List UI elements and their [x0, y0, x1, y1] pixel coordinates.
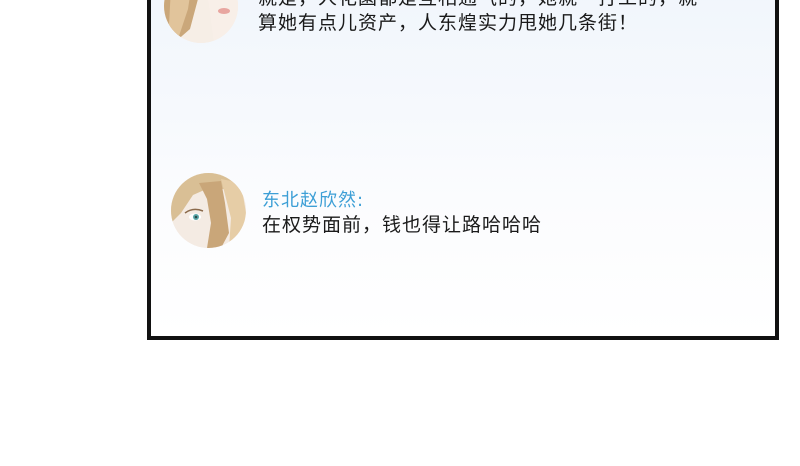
- woman-portrait-avatar-icon: [171, 173, 246, 248]
- sender-name: 东北赵欣然:: [262, 190, 365, 211]
- message-text: 在权势面前，钱也得让路哈哈哈: [262, 214, 543, 236]
- comic-page: 就是，人花園都是互相通气的，她就一打工的，就 算她有点儿资产，人东煌实力甩她几条…: [0, 0, 800, 466]
- chat-panel: [147, 0, 779, 340]
- avatar: [171, 173, 246, 248]
- message-text-line: 算她有点儿资产，人东煌实力甩她几条街！: [258, 12, 639, 34]
